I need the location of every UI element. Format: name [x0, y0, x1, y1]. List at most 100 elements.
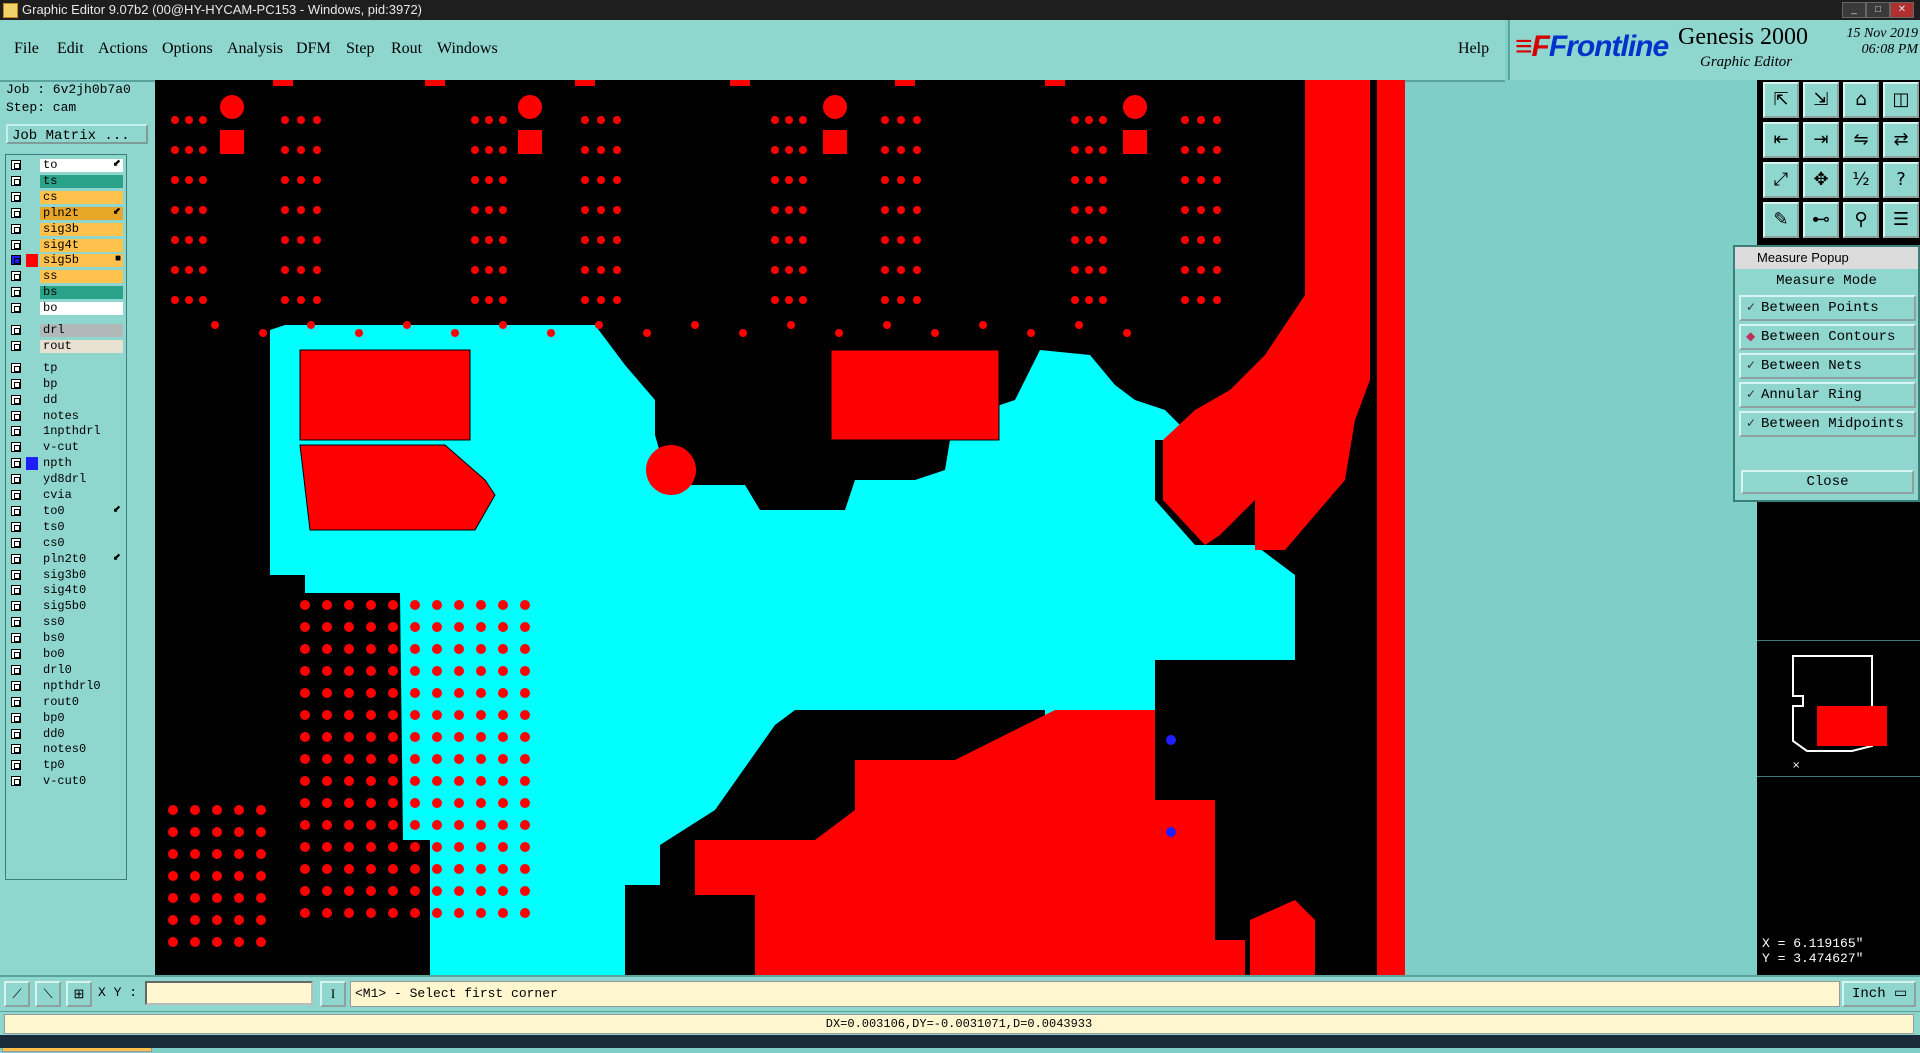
ruler-icon[interactable]: ⊷ [1803, 202, 1839, 238]
layer-checkbox[interactable] [11, 271, 21, 282]
center-icon[interactable]: ✥ [1803, 162, 1839, 198]
layer-row[interactable]: sig5b ■ [6, 253, 126, 268]
layer-checkbox[interactable] [11, 585, 21, 596]
menu-options[interactable]: Options [162, 40, 213, 58]
layer-checkbox[interactable] [11, 191, 21, 202]
layer-checkbox[interactable] [11, 569, 21, 580]
pan-left-icon[interactable]: ⇤ [1763, 122, 1799, 158]
home-icon[interactable]: ⌂ [1843, 82, 1879, 118]
layer-row[interactable]: sig3b0 [6, 568, 126, 583]
minimize-button[interactable]: _ [1842, 2, 1866, 18]
layer-checkbox[interactable] [11, 633, 21, 644]
layer-row[interactable]: rout [6, 339, 126, 354]
layer-checkbox[interactable] [11, 553, 21, 564]
menu-windows[interactable]: Windows [437, 40, 498, 58]
layer-checkbox[interactable] [11, 458, 21, 469]
layer-row[interactable]: ts [6, 174, 126, 189]
menu-dfm[interactable]: DFM [296, 40, 331, 58]
snap-icon[interactable]: ⇄ [1883, 122, 1919, 158]
menu-analysis[interactable]: Analysis [227, 40, 283, 58]
measure-mode-icon[interactable]: ⟍ [35, 981, 61, 1007]
measure-option[interactable]: ✓ Between Points [1739, 295, 1916, 321]
zoom-in-icon[interactable]: ⇲ [1803, 82, 1839, 118]
layer-row[interactable]: dd [6, 393, 126, 408]
layer-row[interactable]: bs [6, 285, 126, 300]
layer-checkbox[interactable] [11, 207, 21, 218]
menu-rout[interactable]: Rout [391, 40, 422, 58]
layer-checkbox[interactable] [11, 744, 21, 755]
layer-checkbox[interactable] [11, 223, 21, 234]
units-select[interactable]: Inch ▭ [1842, 981, 1916, 1007]
layer-checkbox[interactable] [11, 426, 21, 437]
layer-row[interactable]: bo0 [6, 647, 126, 662]
select-mode-icon[interactable]: ⟋ [4, 981, 30, 1007]
grid-snap-icon[interactable]: ⊞ [66, 981, 92, 1007]
layer-row[interactable]: sig5b0 [6, 599, 126, 614]
net-icon[interactable]: ⚲ [1843, 202, 1879, 238]
layer-row[interactable]: sig4t0 [6, 583, 126, 598]
layer-row[interactable]: to ⬋ [6, 158, 126, 173]
split-view-icon[interactable]: ◫ [1883, 82, 1919, 118]
layer-checkbox[interactable] [11, 537, 21, 548]
menu-edit[interactable]: Edit [57, 40, 84, 58]
layer-row[interactable]: dd0 [6, 727, 126, 742]
layer-row[interactable]: 1npthdrl [6, 424, 126, 439]
measure-option[interactable]: ◆ Between Contours [1739, 324, 1916, 350]
layer-row[interactable]: tp [6, 361, 126, 376]
menu-file[interactable]: File [14, 40, 39, 58]
zoom-home-icon[interactable]: ⇱ [1763, 82, 1799, 118]
layer-row[interactable]: drl0 [6, 663, 126, 678]
flip-icon[interactable]: ⇋ [1843, 122, 1879, 158]
xy-input[interactable] [145, 981, 313, 1005]
measure-option[interactable]: ✓ Between Midpoints [1739, 411, 1916, 437]
layer-checkbox[interactable] [11, 680, 21, 691]
layer-row[interactable]: tp0 [6, 758, 126, 773]
menu-help[interactable]: Help [1458, 40, 1489, 58]
layer-checkbox[interactable] [11, 505, 21, 516]
layer-checkbox[interactable] [11, 474, 21, 485]
layer-checkbox[interactable] [11, 649, 21, 659]
layer-checkbox[interactable] [11, 696, 21, 707]
overview-map[interactable]: × [1757, 640, 1920, 777]
layer-checkbox[interactable] [11, 442, 21, 453]
measure-option[interactable]: ✓ Annular Ring [1739, 382, 1916, 408]
layer-row[interactable]: v-cut0 [6, 774, 126, 789]
layers-icon[interactable]: ☰ [1883, 202, 1919, 238]
layer-checkbox[interactable] [11, 175, 21, 186]
layer-row[interactable]: cs0 [6, 536, 126, 551]
layer-row[interactable]: bp0 [6, 711, 126, 726]
text-cursor-icon[interactable]: I [320, 981, 346, 1007]
layer-checkbox[interactable] [11, 325, 21, 335]
maximize-button[interactable]: □ [1866, 2, 1890, 18]
layer-row[interactable]: notes0 [6, 742, 126, 757]
layer-row[interactable]: cvia [6, 488, 126, 503]
layer-row[interactable]: ss [6, 269, 126, 284]
layer-checkbox[interactable] [11, 160, 21, 170]
layer-checkbox[interactable] [11, 760, 21, 771]
job-matrix-button[interactable]: Job Matrix ... [6, 124, 148, 144]
layer-row[interactable]: bo [6, 301, 126, 316]
layer-row[interactable]: pln2t ⬋ [6, 206, 126, 221]
menu-actions[interactable]: Actions [98, 40, 148, 58]
layer-checkbox[interactable] [11, 776, 21, 787]
layer-checkbox[interactable] [11, 303, 21, 314]
layer-checkbox[interactable] [11, 340, 21, 351]
layer-checkbox[interactable] [11, 728, 21, 739]
layer-row[interactable]: ss0 [6, 615, 126, 630]
layer-row[interactable]: sig4t [6, 238, 126, 253]
layer-checkbox[interactable] [11, 521, 21, 532]
layer-checkbox[interactable] [11, 362, 21, 373]
layer-checkbox[interactable] [11, 239, 21, 250]
measure-icon[interactable]: ✎ [1763, 202, 1799, 238]
layer-checkbox[interactable] [11, 601, 21, 612]
layer-row[interactable]: drl [6, 323, 126, 338]
scale-icon[interactable]: ½ [1843, 162, 1879, 198]
layer-row[interactable]: sig3b [6, 222, 126, 237]
layer-row[interactable]: rout0 [6, 695, 126, 710]
menu-step[interactable]: Step [346, 40, 374, 58]
layer-row[interactable]: npthdrl0 [6, 679, 126, 694]
layer-row[interactable]: to0 ⬋ [6, 504, 126, 519]
layer-checkbox[interactable] [11, 664, 21, 675]
close-button[interactable]: Close [1741, 470, 1914, 494]
help-icon[interactable]: ? [1883, 162, 1919, 198]
